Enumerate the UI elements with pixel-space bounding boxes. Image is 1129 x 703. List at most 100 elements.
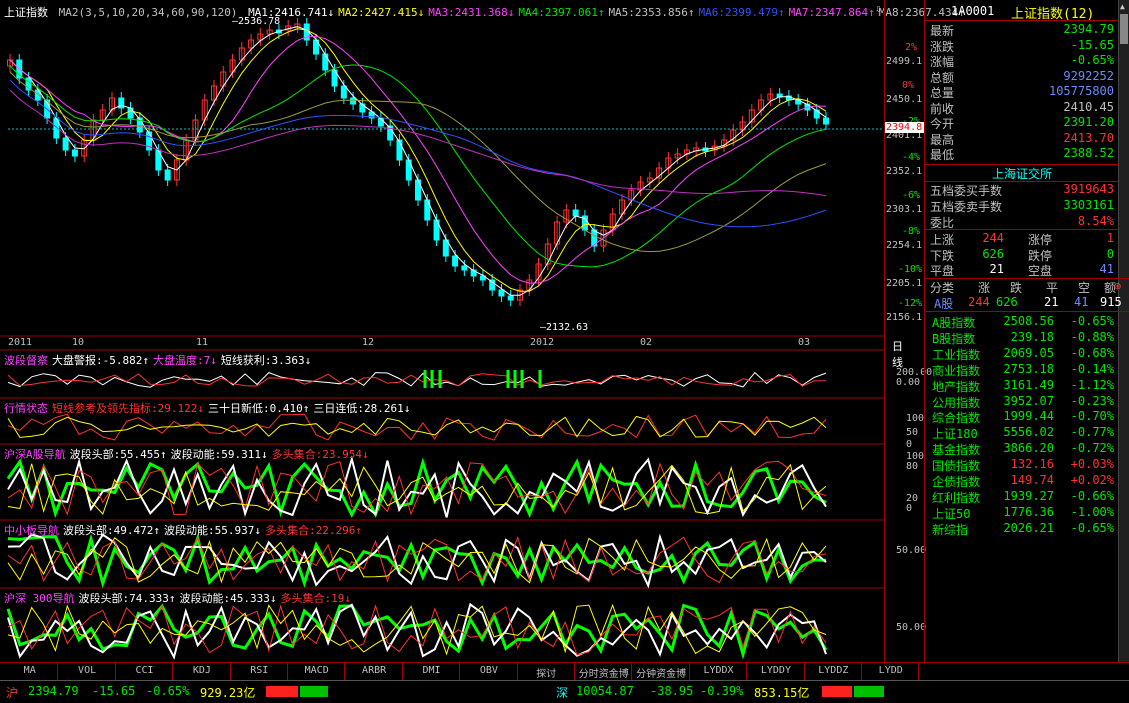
exchange-name: 上海证交所 (925, 164, 1119, 182)
updown-value: 626 (982, 246, 1004, 261)
indicator-tab[interactable]: RSI (232, 665, 287, 676)
index-row[interactable]: B股指数 239.18 -0.88% (928, 330, 1116, 346)
updown-row: 平盘 21 空盘 41 (928, 262, 1116, 278)
class-row[interactable]: A股 244 626 21 41 915 (928, 295, 1122, 311)
quote-panel: 1A0001 上证指数(12) ▲ 最新 2394.79 涨跌 -15.65 涨幅 -0.… (924, 0, 1129, 680)
panel-value: 多头集合:23.954↓ (271, 448, 369, 461)
quote-value: 2388.52 (1063, 146, 1114, 160)
indicator-tab[interactable]: LYDDX (691, 665, 746, 676)
quote-scrollbar[interactable]: ▲ (1118, 0, 1129, 662)
panel-value: 多头集合:19↓ (280, 592, 351, 605)
quote-header: 1A0001 上证指数(12) (925, 0, 1119, 22)
divider (925, 311, 1129, 312)
indicator-tab[interactable]: KDJ (174, 665, 229, 676)
index-name: 红利指数 (932, 490, 981, 505)
updown-row: 上涨 244 涨停 1 (928, 231, 1116, 247)
scroll-thumb[interactable] (1120, 14, 1128, 44)
order-row: 委比 8.54% (928, 214, 1116, 230)
date-tick: 2012 (530, 337, 555, 348)
class-down: 626 (996, 295, 1018, 309)
add-icon[interactable]: ⊕ (1114, 279, 1121, 293)
indicator-tab[interactable]: 分钟资金博 (633, 665, 688, 680)
sh-price: 2394.79 (28, 684, 79, 698)
high-label: —2536.78 (232, 16, 281, 27)
ma3-line (9, 35, 827, 284)
index-value: 3952.07 (1003, 393, 1054, 408)
index-value: 1776.36 (1003, 504, 1054, 519)
order-label: 五档委卖手数 (930, 200, 1003, 214)
sh-label: 沪 (6, 686, 19, 700)
quote-row: 最高 2413.70 (928, 131, 1116, 147)
indicator-tab[interactable]: OBV (461, 665, 516, 676)
index-row[interactable]: 上证50 1776.36 -1.00% (928, 504, 1116, 521)
status-bar: 沪 2394.79 -15.65 -0.65% 929.23亿 深 10054.… (0, 680, 1129, 703)
date-tick: 02 (640, 337, 653, 348)
date-tick: 11 (196, 337, 209, 348)
candle-body (507, 295, 514, 301)
sz-label: 深 (556, 686, 569, 700)
index-pct: -1.00% (1070, 504, 1114, 519)
indicator-tab[interactable]: MACD (289, 665, 344, 676)
tab-separator (459, 663, 461, 680)
indicator-tab[interactable]: VOL (59, 665, 114, 676)
index-pct: -0.68% (1070, 345, 1114, 360)
indicator-tab[interactable]: LYDDZ (806, 665, 861, 676)
tab-separator (631, 663, 633, 680)
index-row[interactable]: 红利指数 1939.27 -0.66% (928, 489, 1116, 505)
tab-separator (287, 663, 288, 680)
indicator-tab[interactable]: MA (2, 665, 57, 676)
index-name: 上证50 (932, 506, 971, 521)
sz-pct: -0.39% (700, 684, 744, 698)
index-name: 综合指数 (932, 411, 981, 426)
tab-separator (516, 663, 518, 680)
indicator-tab[interactable]: DMI (404, 665, 459, 676)
indicator-tab[interactable]: LYDD (863, 665, 918, 676)
index-value: 1999.44 (1003, 409, 1054, 424)
kline-canvas[interactable] (0, 0, 884, 662)
lock-icon[interactable]: ⇩ (875, 2, 882, 15)
indicator-tab[interactable]: ARBR (346, 665, 401, 676)
class-header-cell: 空 (1078, 281, 1091, 295)
index-row[interactable]: 商业指数 2753.18 -0.14% (928, 361, 1116, 378)
candle-body (572, 209, 579, 217)
index-row[interactable]: 企债指数 149.74 +0.02% (928, 473, 1116, 489)
index-row[interactable]: 上证180 5556.02 -0.77% (928, 425, 1116, 441)
candle-body (452, 255, 459, 267)
index-row[interactable]: 新综指 2026.21 -0.65% (928, 521, 1116, 537)
ma-value-3: MA3:2431.368↓ (428, 6, 515, 19)
indicator-tab[interactable]: 分时资金博 (576, 665, 631, 680)
ma-values: MA1:2416.741↓ MA2:2427.415↓ MA3:2431.368↓ M… (244, 6, 965, 19)
candle-body (498, 289, 505, 297)
index-pct: -0.14% (1070, 361, 1114, 376)
index-pct: -0.72% (1070, 441, 1114, 456)
tab-separator (229, 663, 231, 680)
order-label: 五档委买手数 (930, 184, 1003, 198)
tab-separator (861, 663, 863, 680)
index-row[interactable]: 基金指数 3866.20 -0.72% (928, 441, 1116, 457)
indicator-tab[interactable]: LYDDY (748, 665, 803, 676)
index-row[interactable]: 地产指数 3161.49 -1.12% (928, 378, 1116, 394)
panel-name: 沪深A股导航 (4, 448, 66, 461)
index-name: 企债指数 (932, 475, 981, 489)
indicator-tab[interactable]: CCI (117, 665, 172, 676)
index-row[interactable]: 综合指数 1999.44 -0.70% (928, 409, 1116, 426)
index-name: 国债指数 (932, 459, 981, 474)
index-value: 3866.20 (1003, 441, 1054, 456)
index-row[interactable]: 国债指数 132.16 +0.03% (928, 457, 1116, 474)
index-value: 2508.56 (1003, 314, 1054, 328)
index-value: 132.16 (1010, 457, 1054, 472)
index-row[interactable]: A股指数 2508.56 -0.65% (928, 314, 1116, 330)
scroll-up-icon[interactable]: ▲ (1120, 2, 1129, 11)
panel-title-p1: 波段督察 大盘警报:-5.882↑ 大盘温度:7↓ 短线获利:3.363↓ (4, 352, 315, 368)
index-row[interactable]: 公用指数 3952.07 -0.23% (928, 393, 1116, 410)
index-row[interactable]: 工业指数 2069.05 -0.68% (928, 345, 1116, 362)
index-name: A股指数 (932, 316, 976, 330)
indicator-tab[interactable]: 探讨 (519, 665, 574, 680)
sh-amount: 929.23亿 (200, 686, 256, 700)
chart-area[interactable]: 上证指数 MA2(3,5,10,20,34,60,90,120) MA1:241… (0, 0, 965, 662)
quote-row: 总额 9292252 (928, 68, 1116, 85)
panel-value: 波段动能:59.311↓ (170, 448, 268, 461)
updown-label: 涨停 (1028, 233, 1053, 247)
quote-row: 涨幅 -0.65% (928, 53, 1116, 69)
quote-value: 9292252 (1063, 68, 1114, 83)
